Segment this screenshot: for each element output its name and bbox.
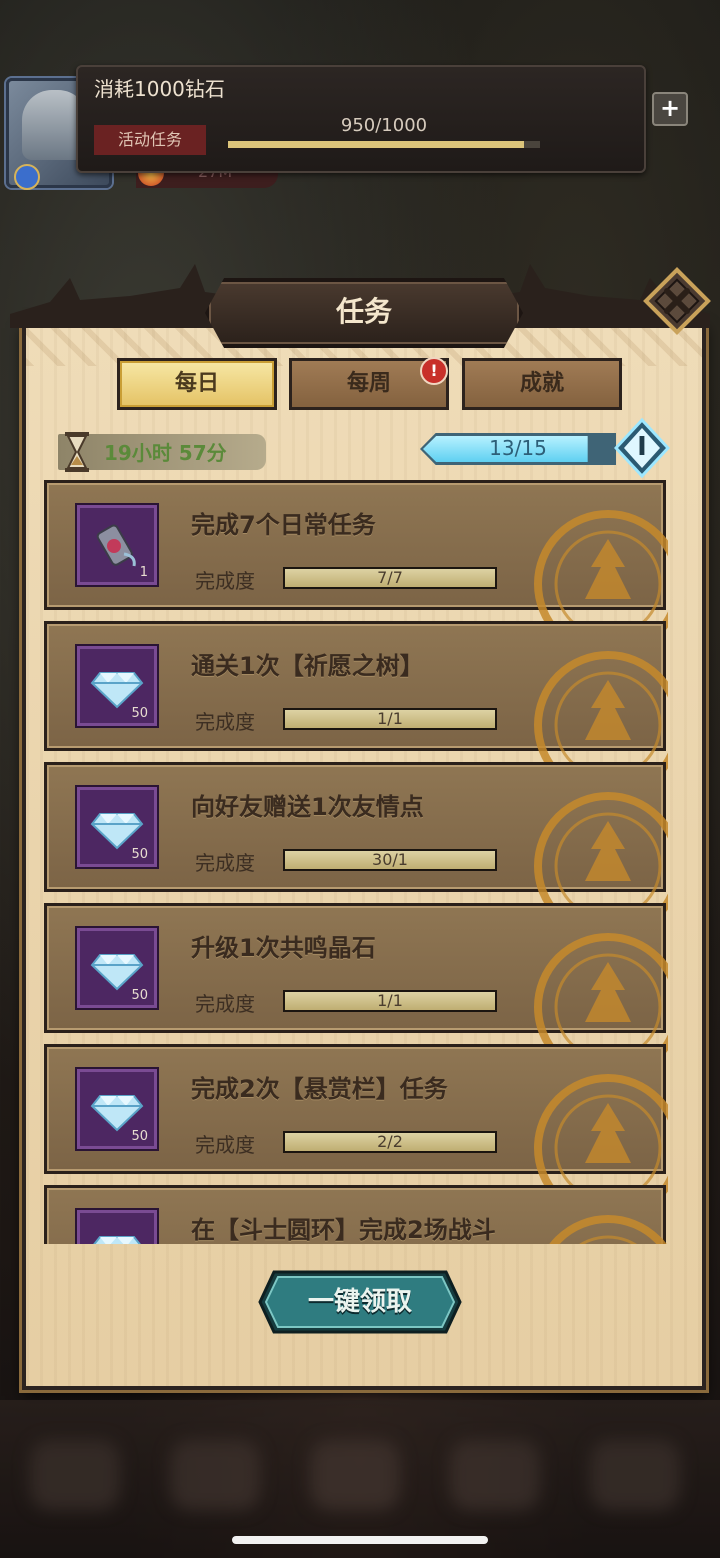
task-progress-text: 2/2 <box>377 1132 403 1151</box>
task-name: 升级1次共鸣晶石 <box>191 934 376 962</box>
reward-slot[interactable]: 50 <box>77 1210 157 1244</box>
reward-count: 50 <box>131 847 148 862</box>
task-list[interactable]: 1 完成7个日常任务 完成度 7/7 50 通关1次【祈愿之树】 完成度 1/1 50 向好友赠送… <box>44 478 668 1244</box>
task-card[interactable]: 50 通关1次【祈愿之树】完成度 1/1 <box>44 621 668 780</box>
notification-title: 消耗1000钻石 <box>94 77 225 101</box>
rank-gem-icon <box>14 164 40 190</box>
task-name: 在【斗士圆环】完成2场战斗 <box>191 1216 496 1244</box>
completed-seal-icon <box>534 510 668 639</box>
task-card[interactable]: 50在【斗士圆环】完成2场战斗完成度 <box>44 1185 667 1244</box>
notification-progress-text: 950/1000 <box>340 115 428 136</box>
task-progress-bar: 7/7 <box>283 567 497 589</box>
task-progress-label: 完成度 <box>195 992 255 1016</box>
home-indicator <box>232 1536 488 1544</box>
reward-slot[interactable]: 50 <box>77 1069 157 1149</box>
task-progress-bar: 30/1 <box>283 849 497 871</box>
completed-seal-icon <box>534 1074 668 1203</box>
task-card[interactable]: 50 完成2次【悬赏栏】任务完成度 2/2 <box>44 1044 668 1203</box>
task-progress-bar: 2/2 <box>283 1131 497 1153</box>
hourglass-icon <box>65 432 89 472</box>
claim-all-button[interactable]: 一键领取 <box>258 1270 462 1334</box>
weekly-alert-badge: ! <box>420 357 448 385</box>
task-progress-text: 1/1 <box>377 709 403 728</box>
bottom-nav-blurred <box>0 1400 720 1558</box>
notification-progress-fill <box>228 141 525 148</box>
activity-notification[interactable]: 消耗1000钻石 活动任务 950/1000 <box>76 65 646 173</box>
crystal-level: I <box>637 432 647 462</box>
tab-achievements[interactable]: 成就 <box>462 358 622 410</box>
reward-count: 50 <box>131 706 148 721</box>
completed-seal-icon <box>534 651 668 780</box>
task-progress-text: 30/1 <box>372 850 408 869</box>
daily-chest-button[interactable]: I <box>613 417 671 479</box>
notification-tag: 活动任务 <box>94 125 206 155</box>
task-progress-label: 完成度 <box>195 710 255 734</box>
task-progress-text: 1/1 <box>377 991 403 1010</box>
close-icon[interactable] <box>642 266 712 336</box>
reward-slot[interactable]: 50 <box>77 646 157 726</box>
daily-activity-text: 13/15 <box>489 436 547 460</box>
reward-slot[interactable]: 50 <box>77 928 157 1008</box>
claim-all-label: 一键领取 <box>307 1287 412 1317</box>
task-name: 完成2次【悬赏栏】任务 <box>191 1075 448 1103</box>
daily-activity-progress: 13/15 <box>420 433 616 465</box>
task-card[interactable]: 1 完成7个日常任务完成度 7/7 <box>44 480 668 639</box>
completed-seal-icon <box>534 933 668 1062</box>
task-name: 通关1次【祈愿之树】 <box>191 652 424 680</box>
notification-progress-bar <box>228 141 540 148</box>
reward-count: 50 <box>131 1129 148 1144</box>
reward-slot[interactable]: 50 <box>77 787 157 867</box>
reward-count: 50 <box>131 988 148 1003</box>
task-progress-label: 完成度 <box>195 569 255 593</box>
reward-count: 1 <box>139 565 148 580</box>
task-progress-label: 完成度 <box>195 851 255 875</box>
reset-timer: 19小时 57分 <box>58 432 266 472</box>
task-progress-bar: 1/1 <box>283 708 497 730</box>
task-card[interactable]: 50 向好友赠送1次友情点完成度 30/1 <box>44 762 668 921</box>
tab-daily[interactable]: 每日 <box>117 358 277 410</box>
task-progress-text: 7/7 <box>377 568 403 587</box>
reward-slot[interactable]: 1 <box>77 505 157 585</box>
task-name: 向好友赠送1次友情点 <box>191 793 424 821</box>
task-progress-bar: 1/1 <box>283 990 497 1012</box>
task-progress-label: 完成度 <box>195 1133 255 1157</box>
add-currency-button[interactable]: + <box>652 92 688 126</box>
panel-title: 任务 <box>205 278 523 348</box>
completed-seal-icon <box>549 1215 667 1244</box>
task-name: 完成7个日常任务 <box>191 511 376 539</box>
completed-seal-icon <box>534 792 668 921</box>
task-card[interactable]: 50 升级1次共鸣晶石完成度 1/1 <box>44 903 668 1062</box>
reset-timer-text: 19小时 57分 <box>104 441 227 465</box>
